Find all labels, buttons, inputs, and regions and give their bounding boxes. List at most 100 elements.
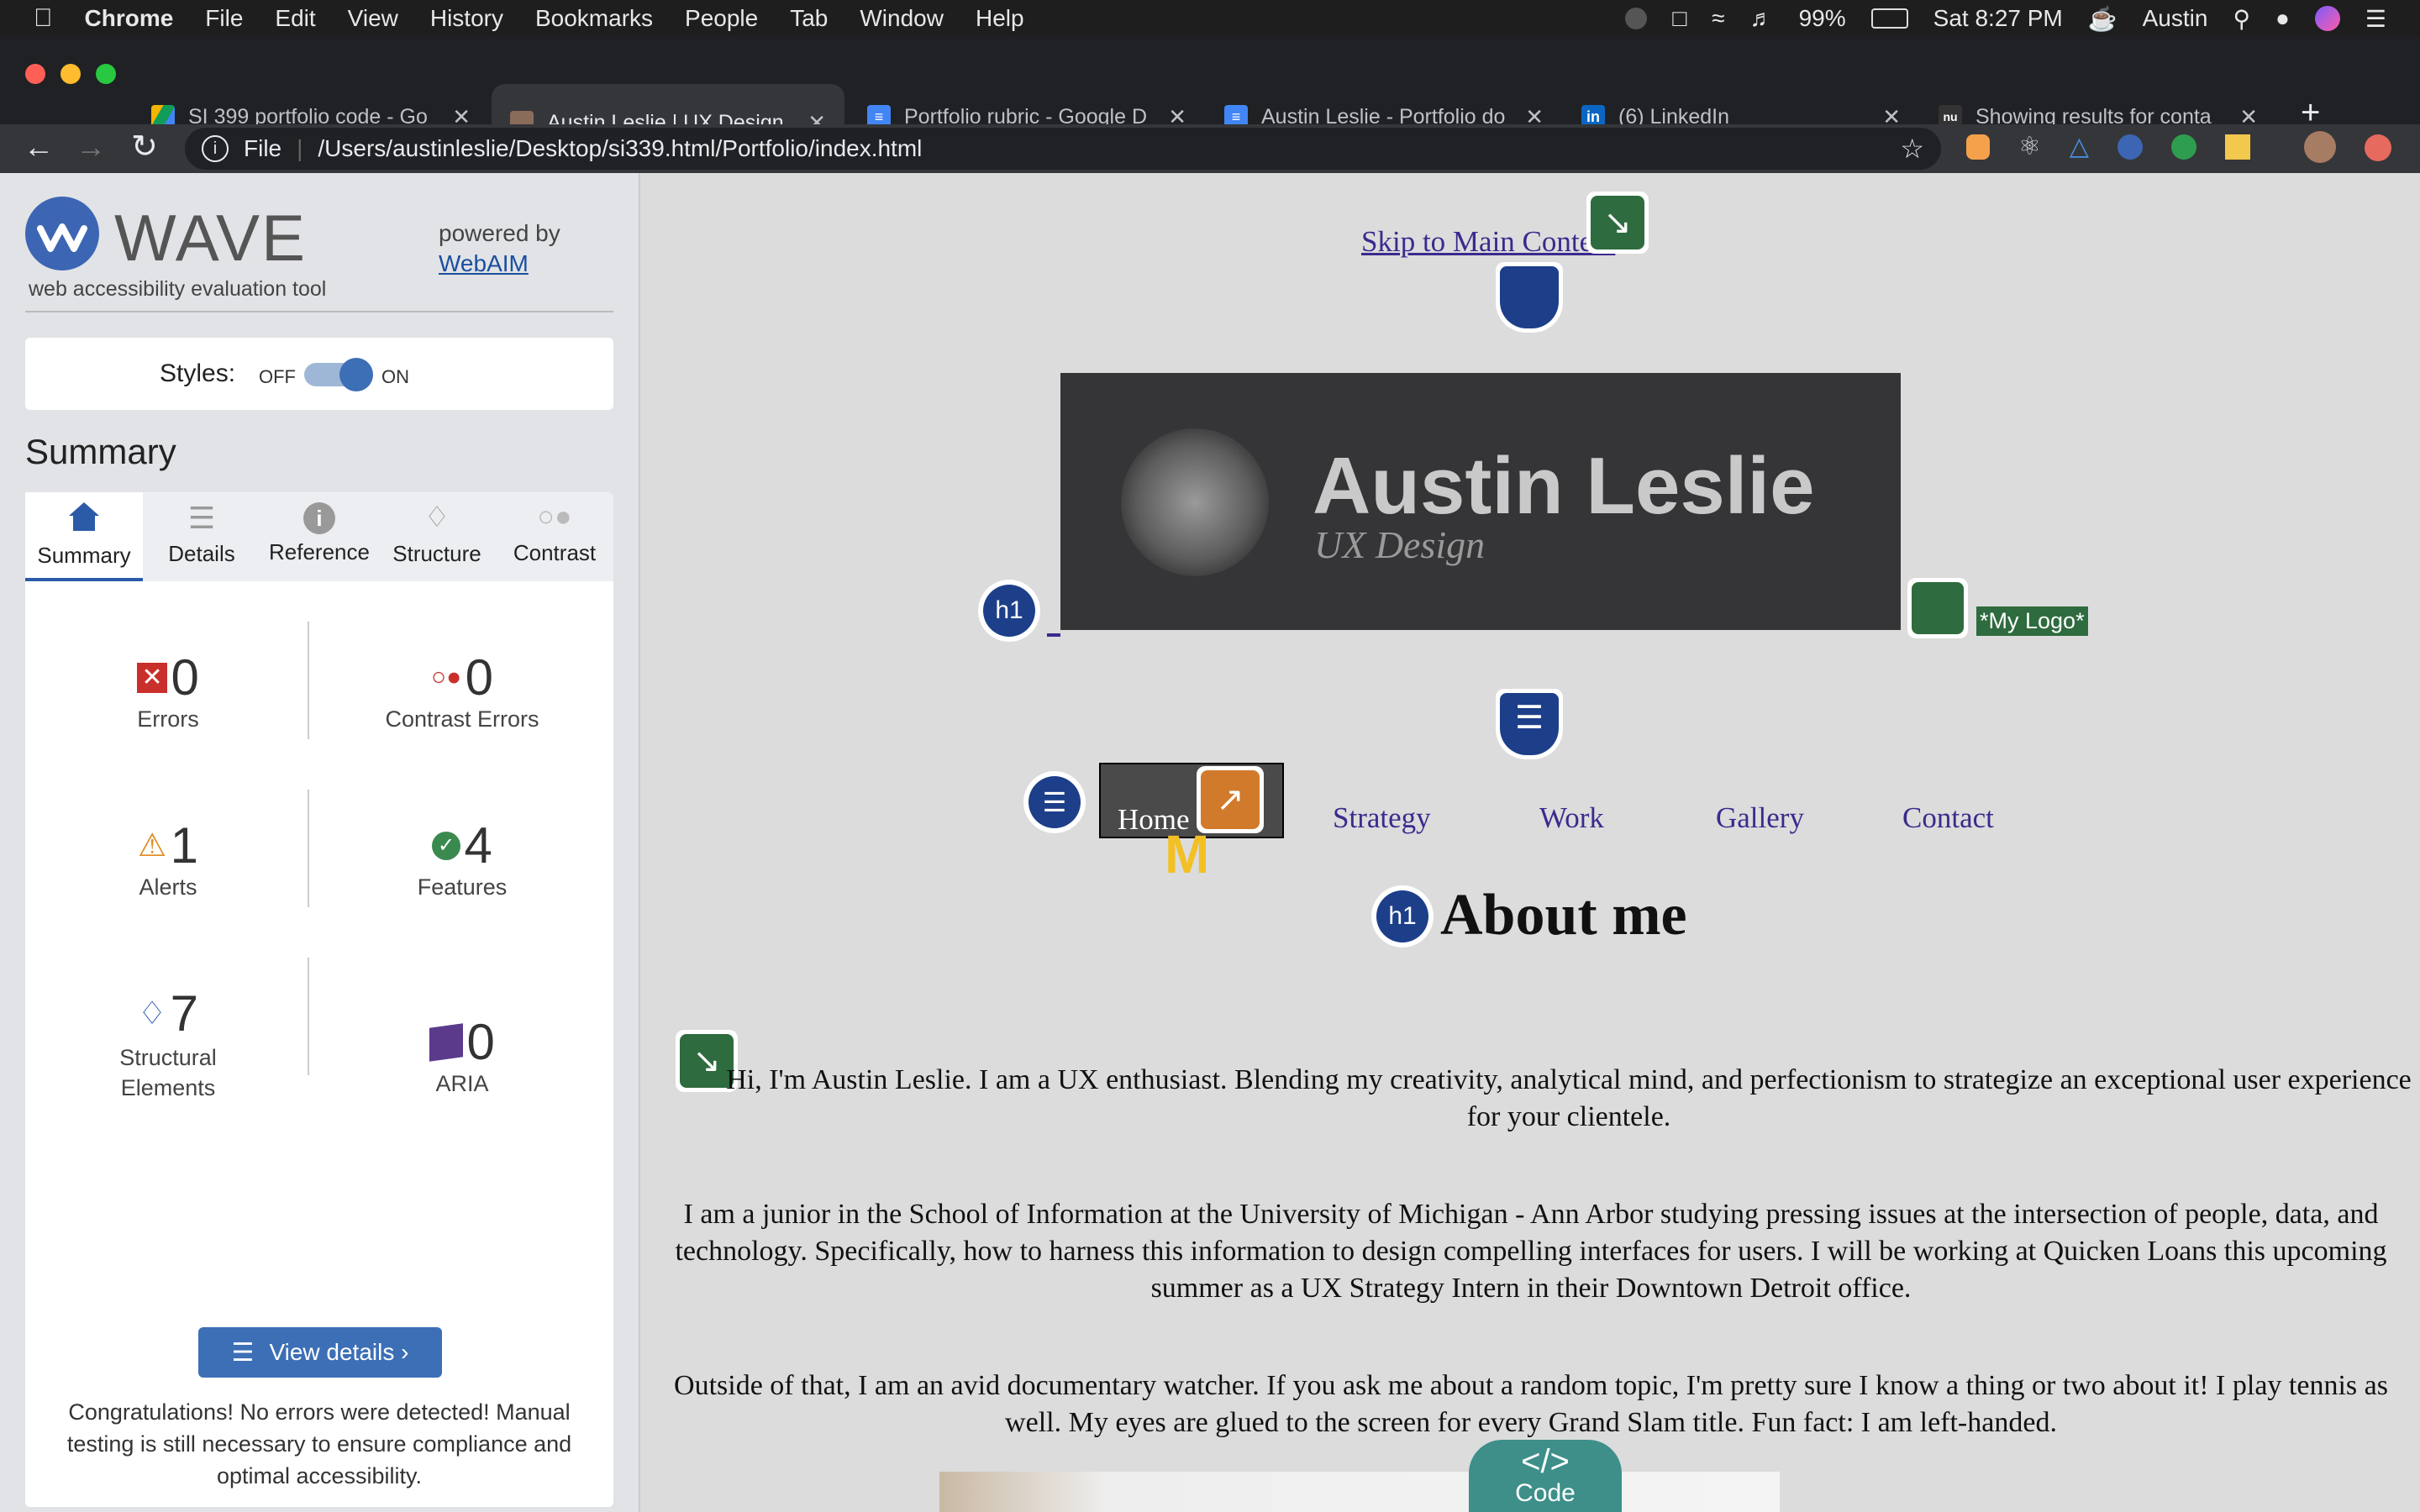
skip-to-main-link[interactable]: Skip to Main Content [1361, 225, 1615, 259]
minimize-window-icon[interactable] [60, 64, 81, 84]
aria-cube-icon [429, 1022, 464, 1062]
nav-home-label: Home [1118, 803, 1190, 836]
list-structure-icon[interactable]: ☰ [1023, 771, 1086, 833]
linked-image-feature-icon[interactable] [1907, 578, 1968, 638]
wave-panel-tabs: Summary ☰ Details i Reference ♢ Structur… [25, 492, 613, 581]
stats-divider-2 [308, 790, 309, 907]
arrow-icon: ↘ [1591, 196, 1644, 249]
nav-strategy-link[interactable]: Strategy [1333, 801, 1431, 835]
powered-by-label: powered by [439, 220, 560, 246]
tab-summary[interactable]: Summary [25, 492, 143, 581]
battery-icon[interactable] [1870, 8, 1908, 29]
address-url[interactable]: /Users/austinleslie/Desktop/si339.html/P… [318, 135, 922, 162]
info-circle-icon: i [303, 502, 335, 534]
stat-alerts[interactable]: ⚠ 1 Alerts [59, 816, 277, 900]
tab-contrast[interactable]: ○● Contrast [496, 492, 613, 581]
wave-sidebar: WAVE web accessibility evaluation tool p… [0, 173, 640, 1512]
bluetooth-icon[interactable]: □ [1672, 5, 1686, 32]
michigan-m-logo: M [1165, 833, 1210, 875]
stat-features[interactable]: ✓ 4 Features [328, 816, 597, 900]
extension-triangle-icon[interactable]: △ [2070, 134, 2089, 163]
menu-edit[interactable]: Edit [275, 5, 315, 32]
tab-details-label: Details [168, 541, 235, 566]
stat-aria[interactable]: 0 ARIA [328, 1013, 597, 1097]
tab-reference[interactable]: i Reference [260, 492, 378, 581]
view-details-button[interactable]: ☰ View details › [198, 1327, 442, 1378]
logo-alt-text: *My Logo* [1976, 606, 2088, 636]
skip-link-feature-icon[interactable]: ↘ [1586, 192, 1649, 254]
menu-window[interactable]: Window [860, 5, 944, 32]
styles-toggle-switch[interactable] [304, 358, 373, 391]
landmark-shield-icon [1500, 266, 1559, 328]
cup-icon[interactable]: ☕ [2088, 5, 2118, 33]
stat-errors[interactable]: ✕ 0 Errors [59, 648, 277, 732]
menu-bookmarks[interactable]: Bookmarks [535, 5, 653, 32]
apple-icon[interactable]:  [34, 4, 53, 33]
toggle-knob [339, 358, 373, 391]
close-window-icon[interactable] [25, 64, 45, 84]
address-bar[interactable]: i File | /Users/austinleslie/Desktop/si3… [185, 128, 1941, 170]
nav-landmark-icon[interactable]: ☰ [1496, 689, 1563, 759]
menu-tab[interactable]: Tab [790, 5, 828, 32]
wifi-icon[interactable]: ≈ [1712, 5, 1724, 32]
logo-link-underline[interactable] [1047, 633, 1060, 637]
clock[interactable]: Sat 8:27 PM [1933, 5, 2063, 32]
wave-tagline: web accessibility evaluation tool [29, 277, 327, 301]
intro-paragraph: Hi, I'm Austin Leslie. I am a UX enthusi… [726, 1064, 2412, 1132]
hobbies-paragraph: Outside of that, I am an avid documentar… [674, 1370, 2388, 1438]
contrast-errors-count: 0 [465, 649, 494, 706]
tab-strip: SI 399 portfolio code - Go ✕ Austin Lesl… [0, 37, 2420, 161]
battery-percent[interactable]: 99% [1799, 5, 1846, 32]
summary-heading: Summary [25, 432, 176, 471]
code-toggle-button[interactable]: </> Code [1469, 1440, 1622, 1512]
tab-details[interactable]: ☰ Details [143, 492, 260, 581]
forward-arrow-icon[interactable]: → [76, 129, 106, 165]
nav-work-link[interactable]: Work [1539, 801, 1604, 835]
react-devtools-icon[interactable]: ⚛ [2018, 134, 2041, 163]
menu-history[interactable]: History [430, 5, 503, 32]
notification-badge-icon[interactable] [1625, 8, 1648, 29]
menu-app-name[interactable]: Chrome [85, 5, 174, 32]
dot-icon[interactable]: ● [2275, 5, 2290, 32]
nav-gallery-link[interactable]: Gallery [1716, 801, 1804, 835]
tab-summary-label: Summary [37, 543, 131, 568]
list-icon: ☰ [187, 501, 216, 535]
contrast-errors-label: Contrast Errors [385, 706, 539, 732]
update-icon[interactable] [2364, 134, 2391, 161]
maximize-window-icon[interactable] [96, 64, 116, 84]
wave-extension-icon[interactable] [2117, 134, 2143, 160]
nav-contact-link[interactable]: Contact [1902, 801, 1994, 835]
stat-contrast-errors[interactable]: ○● 0 Contrast Errors [328, 648, 597, 732]
h1-about-icon[interactable]: h1 [1371, 885, 1434, 948]
back-arrow-icon[interactable]: ← [24, 129, 54, 165]
tab-reference-label: Reference [269, 539, 370, 564]
profile-avatar[interactable] [2303, 131, 2336, 163]
extension-orange-icon[interactable] [1966, 134, 1990, 160]
menu-people[interactable]: People [685, 5, 758, 32]
menu-help[interactable]: Help [976, 5, 1024, 32]
bookmark-star-icon[interactable]: ☆ [1900, 133, 1924, 165]
menu-file[interactable]: File [205, 5, 243, 32]
stat-structural-elements[interactable]: ♢ 7 Structural Elements [59, 984, 277, 1103]
user-name[interactable]: Austin [2143, 5, 2208, 32]
alert-link-icon[interactable]: ↗ [1197, 766, 1264, 833]
macos-menubar:  Chrome File Edit View History Bookmark… [0, 0, 2420, 37]
reload-icon[interactable]: ↻ [131, 128, 158, 165]
extensions-area: ⚛ △ [1966, 131, 2391, 163]
tab-structure[interactable]: ♢ Structure [378, 492, 496, 581]
wave-logo-icon [25, 197, 99, 270]
extension-green-icon[interactable] [2170, 134, 2196, 160]
volume-icon[interactable]: ♬ [1750, 5, 1774, 32]
info-icon[interactable]: i [202, 135, 229, 162]
control-center-icon[interactable]: ☰ [2365, 5, 2386, 33]
h1-logo-icon[interactable]: h1 [978, 580, 1040, 642]
webaim-link[interactable]: WebAIM [439, 250, 529, 277]
spotlight-search-icon[interactable]: ⚲ [2233, 5, 2250, 33]
aria-label: ARIA [435, 1071, 489, 1096]
wave-brand: WAVE [114, 201, 308, 275]
header-landmark-icon[interactable] [1496, 262, 1563, 333]
list-icon: ☰ [231, 1338, 255, 1367]
siri-icon[interactable] [2314, 6, 2340, 31]
menu-view[interactable]: View [348, 5, 398, 32]
extension-yellow-icon[interactable] [2224, 134, 2250, 160]
